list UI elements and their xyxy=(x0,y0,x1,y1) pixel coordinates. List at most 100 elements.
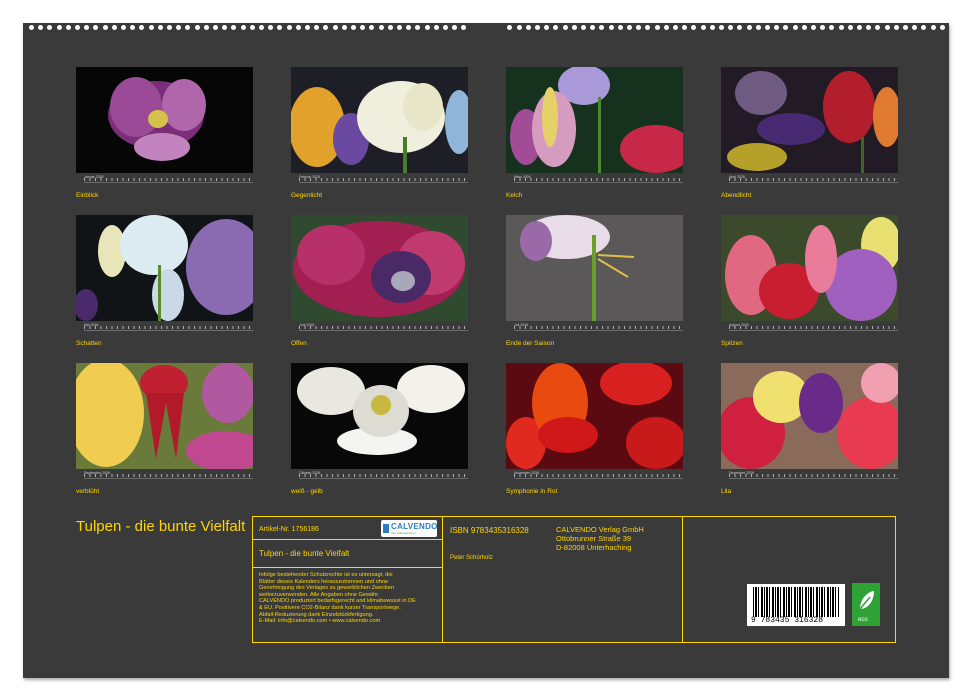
month-grid-october: Oktober 2026 xyxy=(291,471,468,480)
article-number: Artikel-Nr. 1756186 xyxy=(259,526,319,533)
binding-hole xyxy=(75,25,80,30)
photo-october xyxy=(291,363,468,469)
photo-title-june: Offen xyxy=(291,340,307,347)
binding-hole xyxy=(866,25,872,30)
binding-hole xyxy=(617,25,623,30)
binding-hole xyxy=(765,25,770,30)
photo-title-october: weiß - gelb xyxy=(291,488,323,495)
spiral-binding xyxy=(23,22,949,36)
legal-notice: Infolge bestehender Schutzrechte ist es … xyxy=(259,572,416,625)
binding-hole xyxy=(56,25,62,30)
binding-hole xyxy=(875,25,881,30)
binding-hole xyxy=(369,25,375,30)
photo-title-july: Ende der Saison xyxy=(506,340,555,347)
binding-hole xyxy=(130,25,136,30)
binding-hole xyxy=(305,25,310,30)
binding-hole xyxy=(930,25,936,30)
binding-hole xyxy=(645,25,651,30)
binding-hole xyxy=(525,25,531,30)
photo-title-november: Symphonie in Rot xyxy=(506,488,558,495)
binding-hole xyxy=(820,25,826,30)
photo-july xyxy=(506,215,683,321)
binding-hole xyxy=(341,25,347,30)
binding-hole xyxy=(360,25,366,30)
binding-hole xyxy=(443,25,448,30)
binding-hole xyxy=(111,25,117,30)
binding-hole xyxy=(755,25,761,30)
photo-december xyxy=(721,363,898,469)
binding-hole xyxy=(774,25,780,30)
binding-hole xyxy=(691,25,697,30)
binding-hole xyxy=(452,25,458,30)
photo-march xyxy=(506,67,683,173)
binding-hole xyxy=(121,25,126,30)
isbn-barcode: 9 783435 316328 xyxy=(747,584,845,626)
info-calendar-title: Tulpen - die bunte Vielfalt xyxy=(259,549,350,558)
binding-hole xyxy=(608,25,614,30)
binding-hole xyxy=(921,25,927,30)
binding-hole xyxy=(801,25,807,30)
publisher-address: CALVENDO Verlag GmbH Ottobrunner Straße … xyxy=(556,525,644,552)
binding-hole xyxy=(38,25,44,30)
binding-hole xyxy=(893,25,899,30)
photo-june xyxy=(291,215,468,321)
photo-september xyxy=(76,363,253,469)
month-grid-july: Juli 2026 xyxy=(506,323,683,332)
binding-hole xyxy=(939,25,945,30)
photo-title-february: Gegenlicht xyxy=(291,192,323,199)
binding-hole xyxy=(516,25,522,30)
binding-hole xyxy=(93,25,99,30)
month-grid-march: März 2026 xyxy=(506,175,683,184)
binding-hole xyxy=(792,25,798,30)
binding-hole xyxy=(332,25,338,30)
month-grid-may: Mai 2026 xyxy=(76,323,253,332)
binding-hole xyxy=(461,25,467,30)
binding-hole xyxy=(737,25,743,30)
photo-august xyxy=(721,215,898,321)
binding-hole xyxy=(884,25,890,30)
binding-hole xyxy=(663,25,669,30)
binding-hole xyxy=(231,25,237,30)
month-grid-september: September 2026 xyxy=(76,471,253,480)
binding-hole xyxy=(507,25,513,30)
binding-hole xyxy=(838,25,844,30)
binding-hole xyxy=(562,25,568,30)
calendar-title: Tulpen - die bunte Vielfalt xyxy=(76,518,246,535)
binding-hole xyxy=(139,25,145,30)
binding-hole xyxy=(286,25,292,30)
binding-hole xyxy=(912,25,918,30)
month-grid-november: November 2026 xyxy=(506,471,683,480)
photo-title-september: verblüht xyxy=(76,488,100,495)
binding-hole xyxy=(213,25,218,30)
binding-hole xyxy=(203,25,209,30)
binding-hole xyxy=(636,25,642,30)
photo-january xyxy=(76,67,253,173)
photo-title-april: Abendlicht xyxy=(721,192,752,199)
author: Peter Schürholz xyxy=(450,555,493,561)
binding-hole xyxy=(29,25,34,30)
binding-hole xyxy=(783,25,789,30)
binding-hole xyxy=(148,25,154,30)
photo-title-may: Schatten xyxy=(76,340,102,347)
photo-may xyxy=(76,215,253,321)
binding-hole xyxy=(323,25,329,30)
binding-hole xyxy=(728,25,734,30)
binding-hole xyxy=(544,25,550,30)
binding-hole xyxy=(535,25,540,30)
binding-hole xyxy=(857,25,862,30)
binding-hole xyxy=(599,25,605,30)
binding-hole xyxy=(157,25,163,30)
binding-hole xyxy=(378,25,384,30)
binding-hole xyxy=(240,25,246,30)
binding-hole xyxy=(222,25,228,30)
calvendo-mark-icon xyxy=(383,524,389,533)
photo-title-august: Spitzen xyxy=(721,340,743,347)
photo-title-december: Lila xyxy=(721,488,732,495)
binding-hole xyxy=(415,25,421,30)
month-grid-december: Dezember 2026 xyxy=(721,471,898,480)
binding-hole xyxy=(433,25,439,30)
binding-hole xyxy=(176,25,182,30)
month-grid-april: April 2026 xyxy=(721,175,898,184)
binding-hole xyxy=(746,25,752,30)
binding-hole xyxy=(654,25,660,30)
